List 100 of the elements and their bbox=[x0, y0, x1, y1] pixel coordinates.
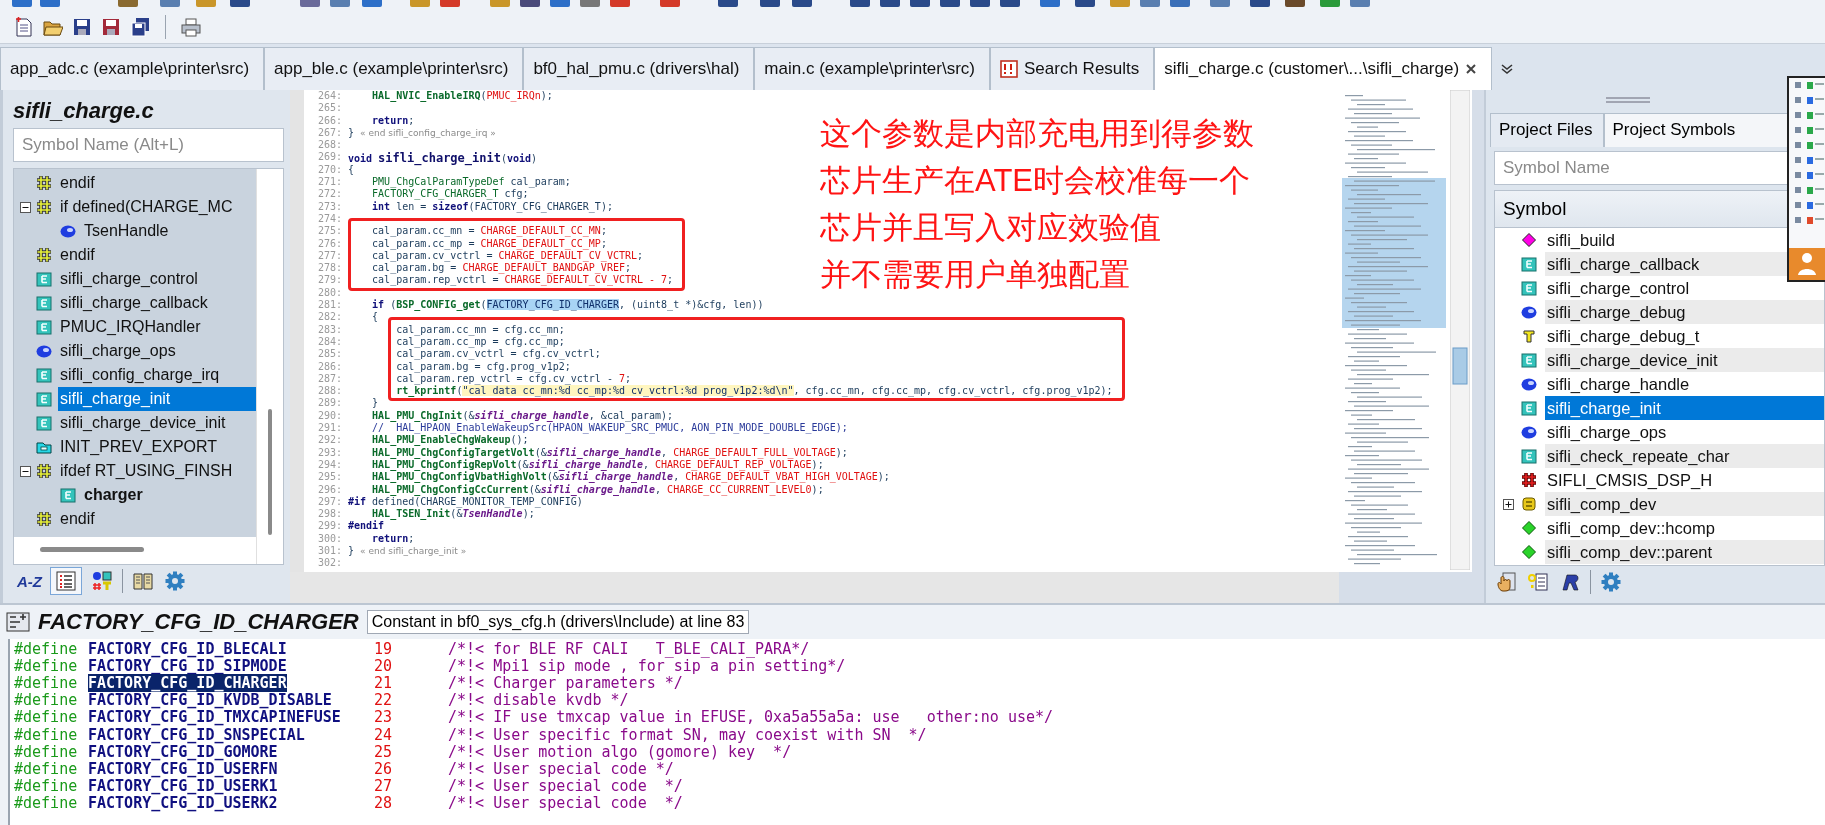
file-tab[interactable]: app_ble.c (example\printer\src) bbox=[264, 47, 524, 90]
panel-tab[interactable]: Project Files bbox=[1490, 113, 1604, 147]
tree-item[interactable]: TsenHandle bbox=[82, 219, 256, 243]
symbol-item[interactable]: sifli_charge_handle bbox=[1545, 372, 1824, 396]
printer-icon[interactable] bbox=[181, 17, 201, 37]
symbol-icon bbox=[6, 612, 30, 632]
tree-item[interactable]: if defined(CHARGE_MC bbox=[58, 195, 256, 219]
line-number: 276: bbox=[316, 237, 342, 250]
hand-icon[interactable] bbox=[1496, 572, 1516, 592]
tile-icon bbox=[36, 391, 52, 407]
expand-toggle[interactable] bbox=[1502, 498, 1514, 510]
script-icon[interactable] bbox=[1560, 572, 1580, 592]
settings-icon[interactable] bbox=[1601, 572, 1621, 592]
symbol-item[interactable]: sifli_check_repeate_char bbox=[1545, 444, 1824, 468]
symbol-item[interactable]: sifli_charge_debug_t bbox=[1545, 324, 1824, 348]
code-line: HAL_PMU_EnableChgWakeup(); bbox=[371, 434, 529, 447]
close-icon[interactable] bbox=[1465, 63, 1478, 75]
code-line: } « end sifli_config_charge_irq » bbox=[348, 126, 496, 140]
tree-item[interactable]: PMUC_IRQHandler bbox=[58, 315, 256, 339]
code-line: cal_param.cc_mp = CHARGE_DEFAULT_CC_MP; bbox=[371, 237, 607, 250]
floppy-icon[interactable] bbox=[101, 17, 121, 37]
block-icon bbox=[1521, 496, 1537, 512]
sphere-icon bbox=[36, 343, 52, 359]
symbol-item[interactable]: sifli_charge_device_init bbox=[1545, 348, 1824, 372]
tree-item[interactable]: sifli_charge_device_init bbox=[58, 411, 256, 435]
annotation-text: 这个参数是内部充电用到得参数 bbox=[820, 115, 1254, 153]
floppy-icon[interactable] bbox=[72, 17, 92, 37]
line-number: 264: bbox=[316, 90, 342, 103]
tee-icon bbox=[1521, 328, 1537, 344]
symbol-item[interactable]: sifli_comp_dev bbox=[1545, 492, 1824, 516]
define-keyword: #define bbox=[13, 742, 79, 761]
constant-value: 21 bbox=[374, 673, 394, 692]
tree-item[interactable]: sifli_charge_ops bbox=[58, 339, 256, 363]
symbol-item[interactable]: sifli_charge_control bbox=[1545, 276, 1824, 300]
scrollbar-thumb[interactable] bbox=[268, 409, 272, 535]
tree-item[interactable]: ifdef RT_USING_FINSH bbox=[58, 459, 256, 483]
line-number: 284: bbox=[316, 335, 342, 349]
code-line: cal_param.rep_vctrl = CHARGE_DEFAULT_CV_VCTRL - 7; bbox=[371, 274, 674, 287]
line-number: 299: bbox=[316, 520, 342, 533]
tree-item[interactable]: INIT_PREV_EXPORT bbox=[58, 435, 256, 459]
line-number: 277: bbox=[316, 249, 342, 263]
diamond-icon bbox=[1521, 520, 1537, 536]
line-number: 293: bbox=[316, 446, 342, 459]
sort-button[interactable]: A-Z bbox=[17, 568, 42, 594]
file-tab[interactable]: sifli_charge.c (customer\...\sifli_charge) bbox=[1154, 47, 1493, 90]
collapse-toggle[interactable] bbox=[19, 201, 31, 213]
code-line: HAL_PMU_ChgConfigCcCurrent(&sifli_charge_handle, CHARGE_CC_CURRENT_LEVEL0); bbox=[371, 483, 824, 496]
scrollbar-thumb[interactable] bbox=[40, 547, 144, 552]
code-comment: /*!< disable kvdb */ bbox=[448, 691, 629, 710]
line-number: 274: bbox=[316, 212, 342, 226]
file-tab[interactable]: Search Results bbox=[990, 47, 1155, 90]
chevron-down-icon[interactable] bbox=[1500, 62, 1515, 75]
symbol-item[interactable]: sifli_charge_ops bbox=[1545, 420, 1824, 444]
tree-item[interactable]: endif bbox=[58, 507, 256, 531]
diamond-icon bbox=[1521, 544, 1537, 560]
code-comment: /*!< User special code */ bbox=[448, 777, 683, 796]
line-number: 266: bbox=[316, 114, 342, 127]
constant-value: 26 bbox=[374, 759, 394, 778]
symbol-search-field[interactable]: Symbol Name (Alt+L) bbox=[13, 128, 284, 162]
tree-item[interactable]: endif bbox=[58, 243, 256, 267]
line-number: 285: bbox=[316, 348, 342, 361]
symbol-item[interactable]: sifli_charge_init bbox=[1545, 396, 1824, 420]
line-number: 287: bbox=[316, 372, 342, 386]
settings-icon[interactable] bbox=[165, 571, 185, 591]
constant-value: 28 bbox=[374, 794, 394, 813]
line-number: 292: bbox=[316, 434, 342, 447]
tree-item[interactable]: charger bbox=[82, 483, 256, 507]
file-tab[interactable]: bf0_hal_pmu.c (drivers\hal) bbox=[523, 47, 755, 90]
file-tab[interactable]: app_adc.c (example\printer\src) bbox=[0, 47, 265, 90]
drag-handle[interactable] bbox=[1605, 96, 1650, 104]
code-line: return; bbox=[371, 532, 415, 545]
code-line: cal_param.bg = CHARGE_DEFAULT_BANDGAP_VREF; bbox=[371, 262, 631, 275]
symbol-item[interactable]: sifli_charge_debug bbox=[1545, 300, 1824, 324]
floppy-stack-icon[interactable] bbox=[130, 17, 150, 37]
new-file-icon[interactable] bbox=[14, 17, 34, 37]
code-line: #endif bbox=[348, 520, 385, 533]
line-number: 269: bbox=[316, 151, 342, 164]
code-line: HAL_PMU_ChgConfigRepVolt(&sifli_charge_handle, CHARGE_DEFAULT_REP_VOLTAGE); bbox=[371, 458, 824, 472]
symbol-item[interactable]: SIFLI_CMSIS_DSP_H bbox=[1545, 468, 1824, 492]
book-icon[interactable] bbox=[133, 571, 153, 591]
symbol-item[interactable]: sifli_comp_dev::parent bbox=[1545, 540, 1824, 564]
collapse-toggle[interactable] bbox=[19, 465, 31, 477]
code-comment: /*!< User special code */ bbox=[448, 759, 674, 778]
define-keyword: #define bbox=[13, 759, 79, 778]
define-keyword: #define bbox=[13, 673, 79, 692]
tree-item[interactable]: sifli_charge_init bbox=[58, 387, 256, 411]
tree-item[interactable]: sifli_charge_control bbox=[58, 267, 256, 291]
code-line: FACTORY_CFG_CHARGER_T cfg; bbox=[371, 188, 529, 201]
code-line: // HAL_HPAON_EnableWakeupSrc(HPAON_WAKEUP_SRC_PMUC, AON_PIN_MODE_DOUBLE_EDGE); bbox=[371, 422, 848, 435]
file-tab[interactable]: main.c (example\printer\src) bbox=[754, 47, 991, 90]
tree-item[interactable]: sifli_charge_callback bbox=[58, 291, 256, 315]
code-comment: /*!< IF use tmxcap value in EFUSE, 0xa5a55a5a: use other:no use*/ bbox=[448, 708, 1054, 727]
help-list-icon[interactable] bbox=[1528, 572, 1548, 592]
tree-item[interactable]: endif bbox=[58, 171, 256, 195]
tree-item[interactable]: sifli_config_charge_irq bbox=[58, 363, 256, 387]
symbol-types-icon[interactable] bbox=[92, 571, 112, 591]
list-icon[interactable] bbox=[56, 571, 76, 591]
symbol-item[interactable]: sifli_comp_dev::hcomp bbox=[1545, 516, 1824, 540]
symbol-title: FACTORY_CFG_ID_CHARGER bbox=[38, 609, 359, 635]
vertical-scrollbar[interactable] bbox=[1450, 90, 1470, 570]
